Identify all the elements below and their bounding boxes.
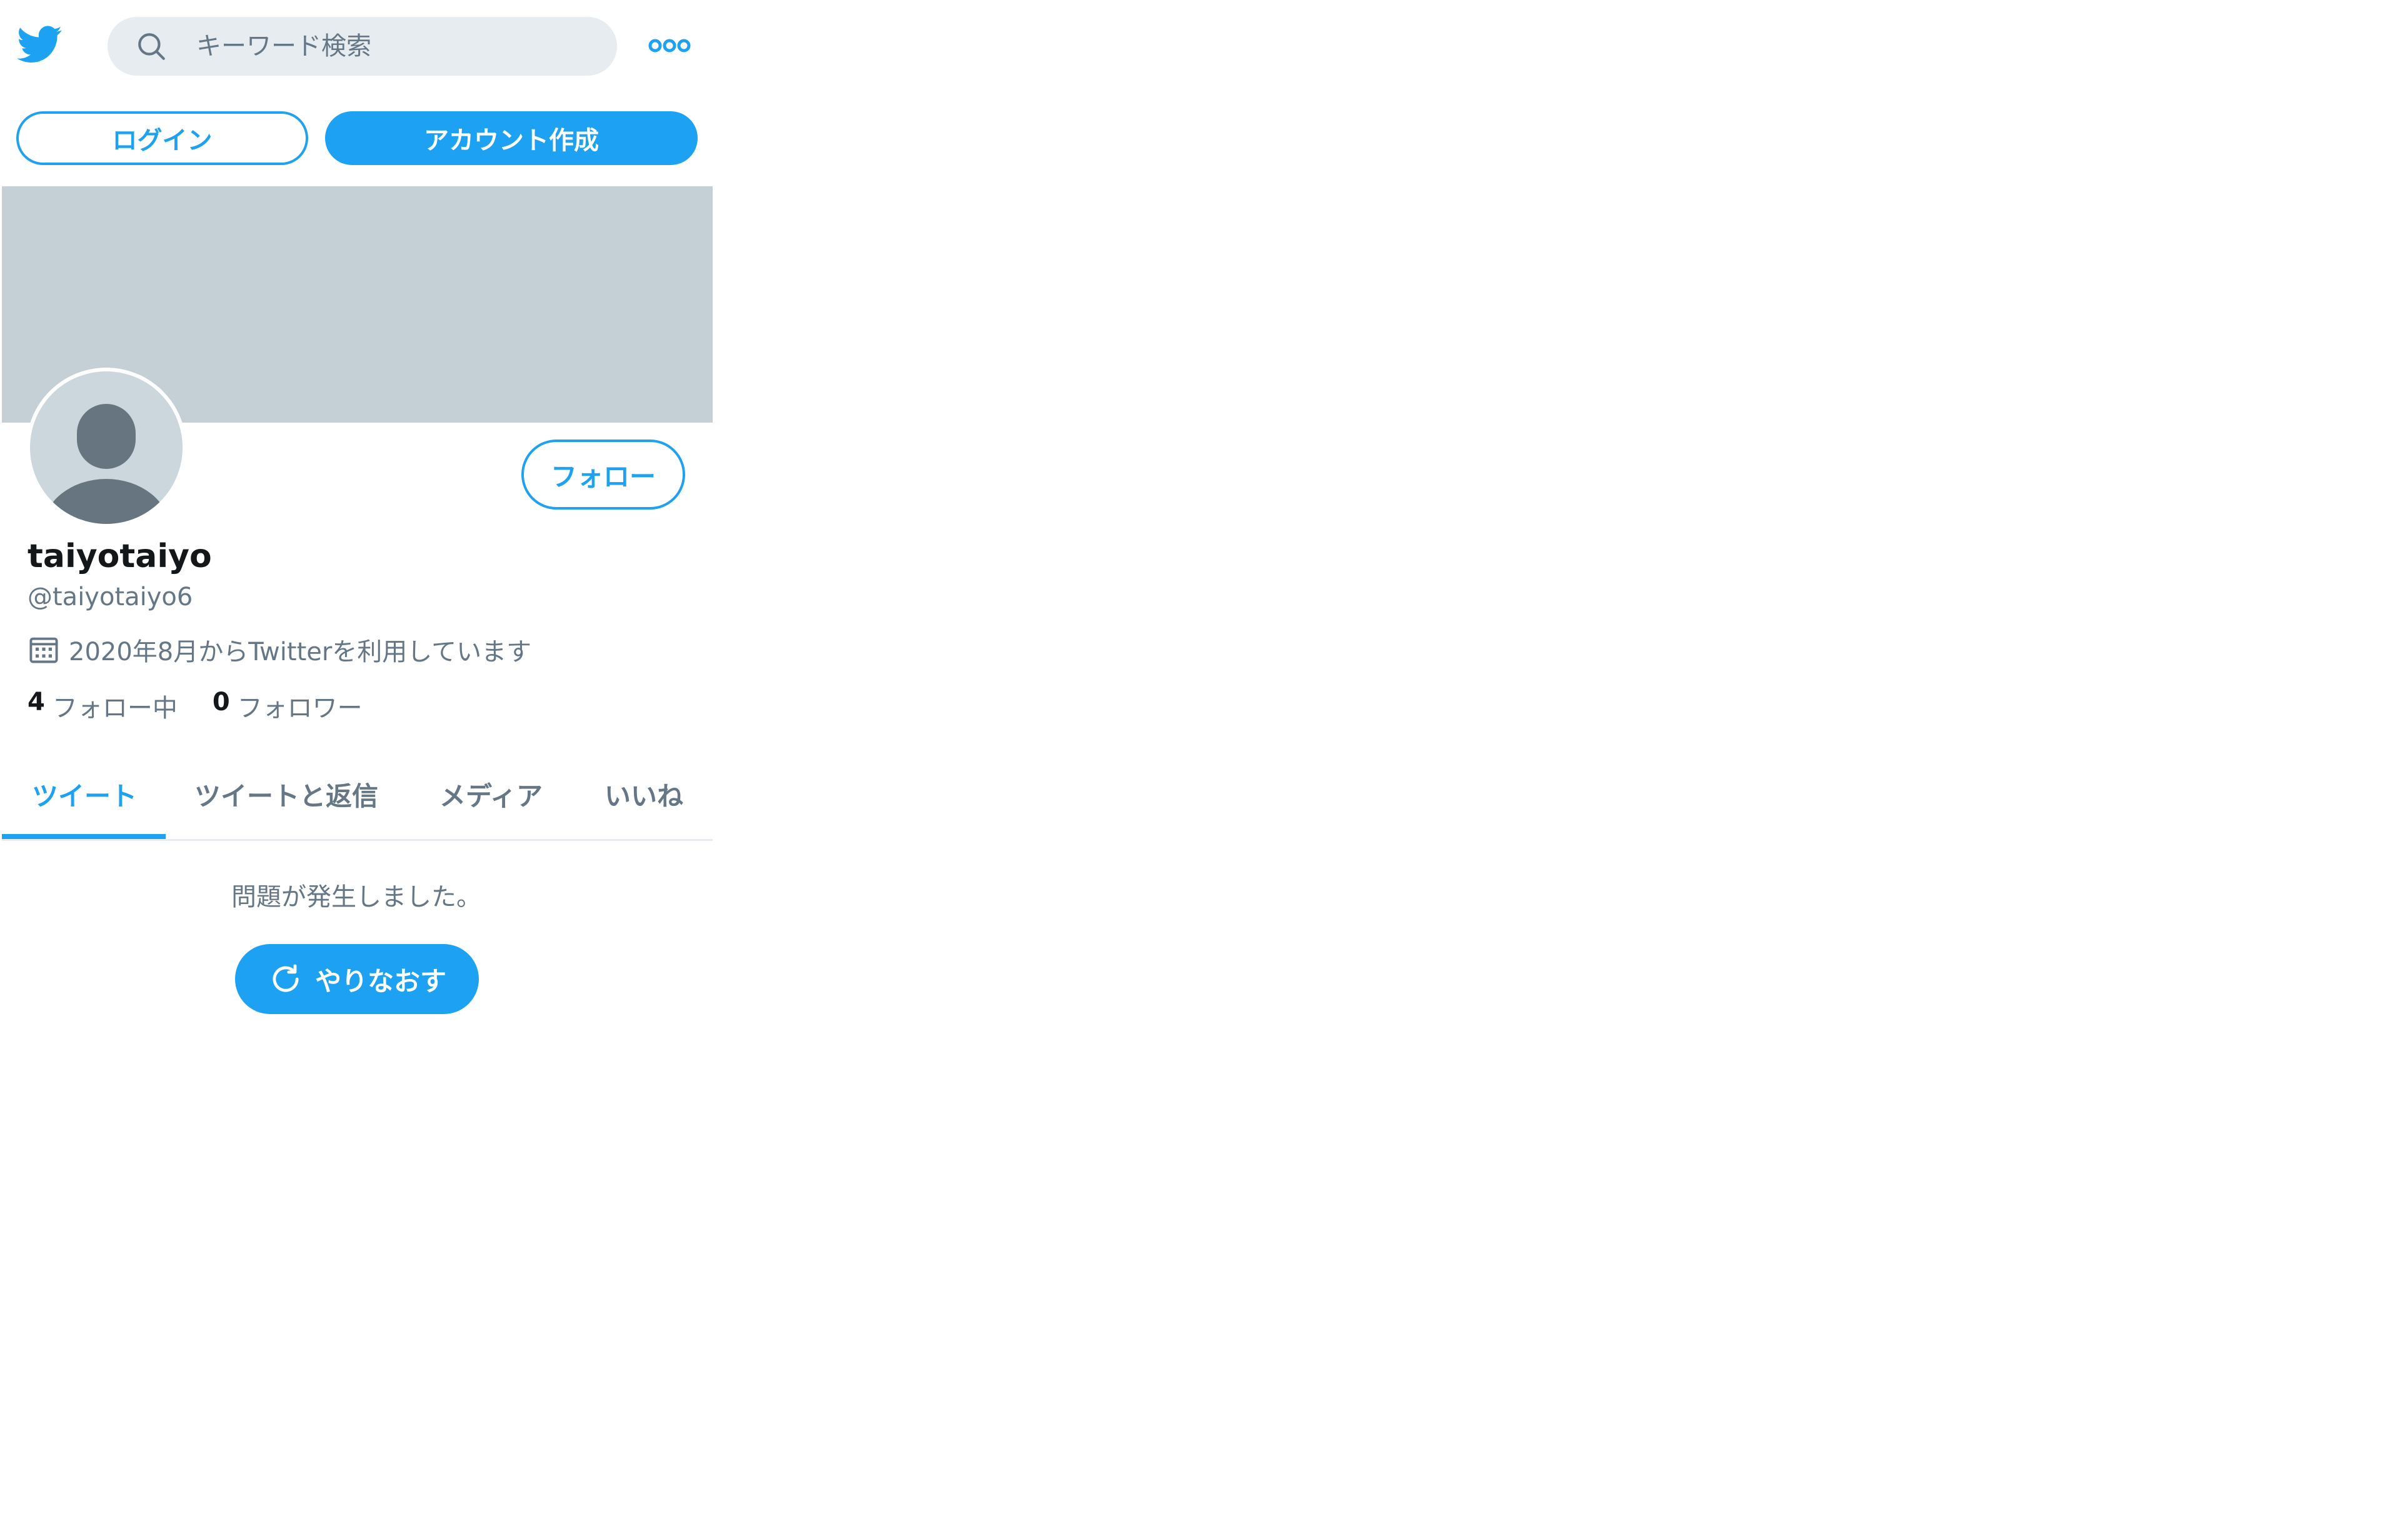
user-handle: @taiyotaiyo6 xyxy=(28,583,193,611)
display-name: taiyotaiyo xyxy=(28,538,212,575)
default-avatar-icon xyxy=(30,371,183,524)
tab-media[interactable]: メディア xyxy=(439,775,543,813)
profile-tabs: ツイート ツイートと返信 メディア いいね xyxy=(2,756,713,841)
following-count: 4 xyxy=(28,688,45,716)
joined-date: 2020年8月からTwitterを利用しています xyxy=(28,631,531,668)
tab-likes[interactable]: いいね xyxy=(605,775,683,813)
profile-page: ログイン アカウント作成 フォロー taiyotaiyo @taiyotaiyo… xyxy=(0,0,713,1523)
calendar-icon xyxy=(29,637,58,663)
following-link[interactable]: 4 フォロー中 xyxy=(28,688,178,724)
followers-link[interactable]: 0 フォロワー xyxy=(213,688,363,724)
retry-button[interactable]: やりなおす xyxy=(235,944,479,1014)
joined-text: 2020年8月からTwitterを利用しています xyxy=(69,638,532,666)
avatar[interactable] xyxy=(26,368,186,528)
followers-label: フォロワー xyxy=(237,694,363,723)
following-label: フォロー中 xyxy=(52,694,178,723)
signup-button[interactable]: アカウント作成 xyxy=(325,111,698,165)
tab-tweets[interactable]: ツイート xyxy=(32,775,137,813)
retry-label: やりなおす xyxy=(314,965,446,997)
login-button[interactable]: ログイン xyxy=(16,111,308,165)
follow-button[interactable]: フォロー xyxy=(521,440,685,510)
refresh-icon xyxy=(273,964,299,992)
search-input[interactable] xyxy=(196,17,596,76)
more-dots-icon[interactable] xyxy=(648,36,691,55)
search-icon xyxy=(136,31,167,62)
follow-stats: 4 フォロー中 0 フォロワー xyxy=(28,688,398,724)
followers-count: 0 xyxy=(212,688,230,716)
tab-tweets-and-replies[interactable]: ツイートと返信 xyxy=(194,775,378,813)
active-tab-indicator xyxy=(2,834,166,839)
error-message: 問題が発生しました。 xyxy=(231,883,481,912)
twitter-bird-icon[interactable] xyxy=(15,21,65,66)
search-bar[interactable] xyxy=(108,17,617,76)
